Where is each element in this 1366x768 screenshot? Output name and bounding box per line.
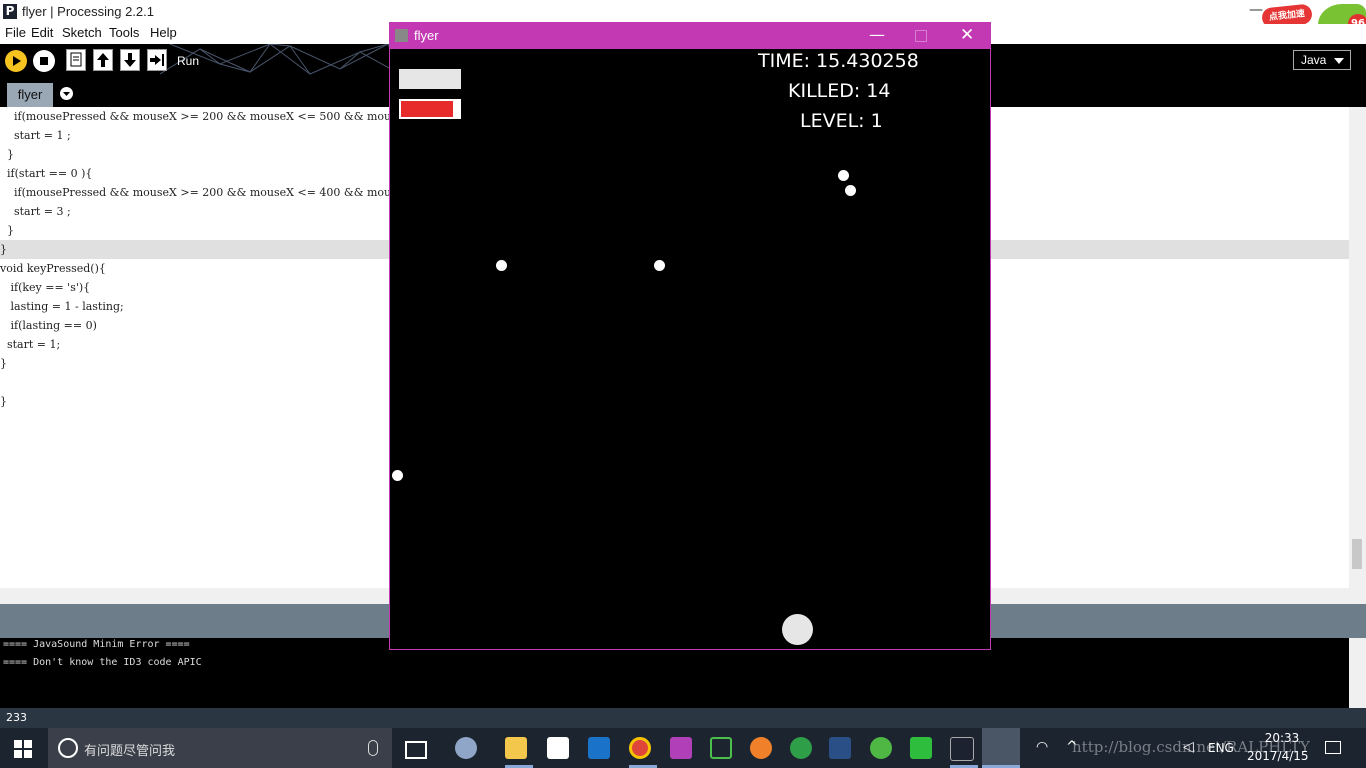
line-number-indicator: 233 [6, 711, 27, 724]
vmware-icon[interactable] [790, 737, 812, 759]
gitkraken-icon[interactable] [710, 737, 732, 759]
task-view-icon[interactable] [405, 741, 427, 759]
chevron-down-icon [1334, 58, 1344, 64]
play-icon [13, 56, 21, 66]
processing-logo-icon: P [3, 4, 17, 19]
dev-cpp-icon[interactable] [829, 737, 851, 759]
processing-icon[interactable] [950, 737, 974, 761]
sketch-minimize-button[interactable]: — [869, 25, 885, 44]
arrow-up-icon [97, 53, 109, 67]
code-line: if(mousePressed && mouseX >= 200 && mous… [0, 110, 411, 123]
search-placeholder: 有问题尽管问我 [84, 744, 176, 759]
outlook-icon[interactable] [588, 737, 610, 759]
notification-icon[interactable] [1325, 741, 1341, 754]
player-ship[interactable] [782, 614, 813, 645]
menu-edit[interactable]: Edit [31, 25, 53, 40]
clock-time[interactable]: 20:33 [1260, 731, 1304, 745]
code-line: start = 3 ; [0, 205, 71, 218]
arrow-down-icon [124, 53, 136, 67]
sketch-title-bar[interactable]: flyer — ✕ [389, 22, 991, 49]
editor-vertical-scrollbar[interactable] [1349, 107, 1366, 588]
menu-tools[interactable]: Tools [109, 25, 139, 40]
code-line: if(key == 's'){ [0, 281, 91, 294]
mode-select[interactable]: Java [1293, 50, 1351, 70]
editor-scroll-thumb[interactable] [1352, 539, 1362, 569]
energy-bar [399, 69, 461, 89]
tab-menu-button[interactable] [60, 87, 73, 100]
wechat-icon[interactable] [910, 737, 932, 759]
enemy-ball [654, 260, 665, 271]
menu-sketch[interactable]: Sketch [62, 25, 102, 40]
ide-status-bar: 233 [0, 708, 1366, 728]
ide-minimize-button[interactable]: — [1249, 2, 1263, 18]
ide-window-title: flyer | Processing 2.2.1 [22, 4, 154, 19]
new-file-icon [70, 52, 82, 67]
stop-icon [40, 57, 48, 65]
windows-start-icon[interactable] [14, 740, 32, 758]
volume-muted-icon[interactable]: ◁ [1183, 739, 1194, 755]
sketch-maximize-button[interactable] [915, 30, 927, 42]
export-button[interactable] [147, 49, 167, 71]
stop-button[interactable] [33, 50, 55, 72]
enemy-ball [496, 260, 507, 271]
onenote-icon[interactable] [670, 737, 692, 759]
ide-title-bar: P flyer | Processing 2.2.1 — 点我加速 96 [0, 0, 1366, 46]
flyer-app-icon[interactable] [982, 728, 1020, 768]
hud-time: TIME: 15.430258 [758, 50, 919, 72]
file-explorer-icon[interactable] [505, 737, 527, 759]
firefox-icon[interactable] [750, 737, 772, 759]
baidu-icon[interactable] [455, 737, 477, 759]
code-line: if(start == 0 ){ [0, 167, 93, 180]
code-line: if(mousePressed && mouseX >= 200 && mous… [0, 186, 411, 199]
save-sketch-button[interactable] [120, 49, 140, 71]
microphone-icon[interactable] [368, 740, 378, 756]
store-icon[interactable] [547, 737, 569, 759]
console-line: ==== Don't know the ID3 code APIC [3, 657, 202, 668]
console-scrollbar[interactable] [1349, 638, 1366, 708]
code-line: if(lasting == 0) [0, 319, 97, 332]
clock-date[interactable]: 2017/4/15 [1247, 749, 1309, 763]
code-line: void keyPressed(){ [0, 262, 106, 275]
wifi-icon[interactable]: ◠ [1036, 739, 1048, 755]
run-button[interactable] [5, 50, 27, 72]
sketch-window-icon [395, 29, 408, 42]
taskbar-search-box[interactable]: 有问题尽管问我 [48, 728, 392, 768]
cortana-icon [58, 738, 78, 758]
enemy-ball [838, 170, 849, 181]
console-line: ==== JavaSound Minim Error ==== [3, 639, 190, 650]
enemy-ball [845, 185, 856, 196]
code-line: start = 1 ; [0, 129, 71, 142]
sketch-close-button[interactable]: ✕ [960, 25, 974, 45]
chevron-down-icon [63, 92, 70, 96]
sketch-window: flyer — ✕ TIME: 15.430258 KILLED: 14 LEV… [389, 22, 991, 650]
code-line: } [0, 148, 14, 161]
new-sketch-button[interactable] [66, 49, 86, 71]
windows-taskbar: 有问题尽管问我 http://blog.csdn.net/RALPHLTY ◠ … [0, 728, 1366, 768]
code-line: } [0, 224, 14, 237]
menu-help[interactable]: Help [150, 25, 177, 40]
enemy-ball [392, 470, 403, 481]
health-bar-fill [401, 101, 453, 117]
code-line: } [0, 395, 7, 408]
export-icon [150, 54, 164, 66]
chrome-icon[interactable] [629, 737, 651, 759]
run-label: Run [177, 54, 200, 68]
code-line: } [0, 357, 7, 370]
game-canvas[interactable]: TIME: 15.430258 KILLED: 14 LEVEL: 1 [390, 49, 990, 649]
chevron-up-icon[interactable]: ^ [1066, 739, 1078, 755]
input-language-indicator[interactable]: ENG [1208, 741, 1234, 755]
menu-file[interactable]: File [5, 25, 26, 40]
open-sketch-button[interactable] [93, 49, 113, 71]
hud-killed: KILLED: 14 [788, 80, 891, 102]
hud-level: LEVEL: 1 [800, 110, 883, 132]
360-icon[interactable] [870, 737, 892, 759]
code-line: start = 1; [0, 338, 61, 351]
tab-flyer[interactable]: flyer [7, 83, 53, 107]
code-line: lasting = 1 - lasting; [0, 300, 124, 313]
sketch-window-title: flyer [414, 28, 439, 43]
mode-select-value: Java [1301, 53, 1327, 67]
